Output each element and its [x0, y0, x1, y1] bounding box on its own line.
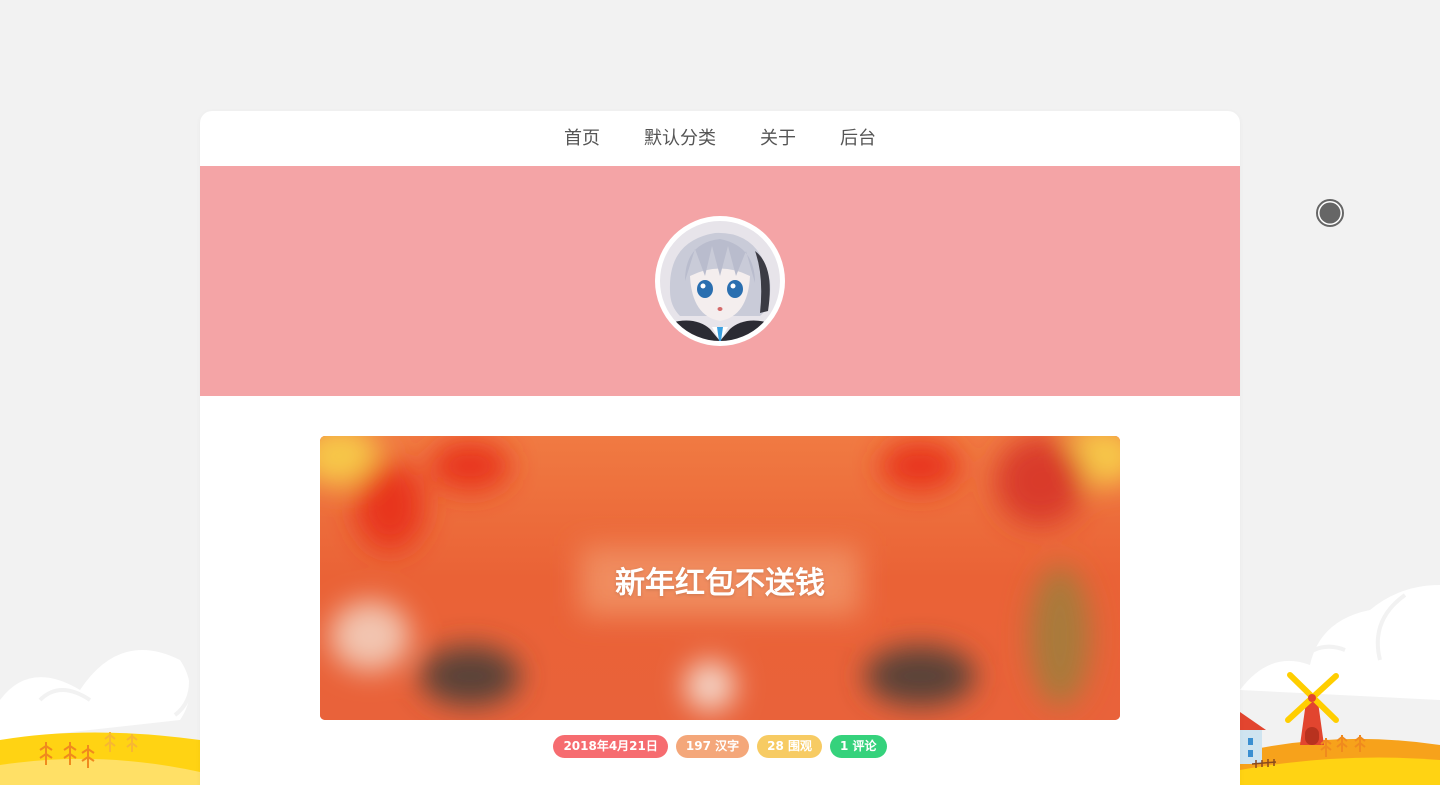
nav-item-about[interactable]: 关于	[760, 111, 796, 166]
left-hill-icon	[0, 732, 200, 785]
post-meta: 2018年4月21日 197 汉字 28 围观 1 评论	[320, 735, 1120, 758]
nav-item-admin[interactable]: 后台	[840, 111, 876, 166]
anime-avatar-image	[660, 221, 780, 341]
post-card: 新年红包不送钱 2018年4月21日 197 汉字 28 围观 1 评论	[320, 436, 1120, 758]
left-cloud-icon	[0, 636, 193, 740]
nav-item-home[interactable]: 首页	[564, 111, 600, 166]
nav-item-default-category[interactable]: 默认分类	[644, 111, 716, 166]
comment-count-badge[interactable]: 1 评论	[830, 735, 887, 758]
music-player-button[interactable]	[1316, 199, 1344, 227]
view-count-badge: 28 围观	[757, 735, 823, 758]
avatar[interactable]	[655, 216, 785, 346]
post-date-badge: 2018年4月21日	[553, 735, 668, 758]
main-card: 首页 默认分类 关于 后台 新年红包不送钱 2018年4月21日 197 汉字 …	[200, 111, 1240, 785]
page: 首页 默认分类 关于 后台 新年红包不送钱 2018年4月21日 197 汉字 …	[0, 0, 1440, 785]
post-cover-image[interactable]: 新年红包不送钱	[320, 436, 1120, 720]
post-title[interactable]: 新年红包不送钱	[320, 558, 1120, 602]
hero-banner	[200, 166, 1240, 396]
top-navigation: 首页 默认分类 关于 后台	[200, 111, 1240, 166]
right-cloud-icon	[1240, 585, 1440, 700]
word-count-badge: 197 汉字	[675, 735, 750, 758]
music-disc-icon	[1316, 199, 1344, 227]
